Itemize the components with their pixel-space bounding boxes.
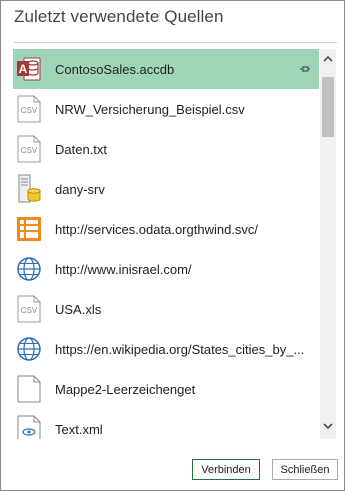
scroll-up-arrow-icon[interactable]	[320, 49, 336, 67]
connect-button[interactable]: Verbinden	[192, 459, 260, 480]
scrollbar-thumb[interactable]	[322, 77, 334, 137]
access-letter: A	[19, 62, 28, 76]
svg-text:CSV: CSV	[21, 306, 38, 315]
list-item-odata-feed[interactable]: http://services.odata.orgthwind.svc/	[13, 209, 319, 249]
list-item-dany-srv[interactable]: dany-srv	[13, 169, 319, 209]
list-item-mappe2[interactable]: Mappe2-Leerzeichenget	[13, 369, 319, 409]
list-item-label: USA.xls	[55, 301, 102, 317]
list-item-inisrael[interactable]: http://www.inisrael.com/	[13, 249, 319, 289]
access-database-icon: A	[16, 54, 42, 84]
xml-file-icon	[16, 414, 42, 439]
list-item-label: http://services.odata.orgthwind.svc/	[55, 221, 259, 237]
csv-file-icon: CSV	[16, 94, 42, 124]
list-item-label: ContosoSales.accdb	[55, 61, 175, 77]
close-button[interactable]: Schließen	[272, 459, 338, 480]
pin-icon[interactable]	[299, 62, 311, 74]
list-item-daten-txt[interactable]: CSV Daten.txt	[13, 129, 319, 169]
server-database-icon	[16, 174, 42, 204]
list-item-label: Daten.txt	[55, 141, 108, 157]
title-divider	[14, 42, 337, 43]
svg-text:CSV: CSV	[21, 146, 38, 155]
vertical-scrollbar[interactable]	[320, 49, 336, 439]
web-globe-icon	[16, 334, 42, 364]
list-item-label: dany-srv	[55, 181, 105, 197]
list-item-nrw-versicherung[interactable]: CSV NRW_Versicherung_Beispiel.csv	[13, 89, 319, 129]
web-globe-icon	[16, 254, 42, 284]
list-item-text-xml[interactable]: Text.xml	[13, 409, 319, 439]
svg-text:CSV: CSV	[21, 106, 38, 115]
list-item-label: https://en.wikipedia.org/States_cities_b…	[55, 341, 305, 357]
scroll-down-arrow-icon[interactable]	[320, 417, 336, 435]
document-file-icon	[16, 374, 42, 404]
list-item-label: http://www.inisrael.com/	[55, 261, 192, 277]
list-item-contososales[interactable]: A ContosoSales.accdb	[13, 49, 319, 89]
list-item-label: NRW_Versicherung_Beispiel.csv	[55, 101, 245, 117]
recent-sources-list: A ContosoSales.accdb CSV NRW_Versicherun…	[13, 49, 319, 439]
list-item-label: Mappe2-Leerzeichenget	[55, 381, 196, 397]
odata-feed-icon	[16, 214, 42, 244]
list-item-usa-xls[interactable]: CSV USA.xls	[13, 289, 319, 329]
csv-file-icon: CSV	[16, 294, 42, 324]
csv-file-icon: CSV	[16, 134, 42, 164]
list-item-label: Text.xml	[55, 421, 103, 437]
list-item-wikipedia[interactable]: https://en.wikipedia.org/States_cities_b…	[13, 329, 319, 369]
dialog-title: Zuletzt verwendete Quellen	[14, 7, 224, 26]
recent-sources-dialog: Zuletzt verwendete Quellen A ContosoSale…	[0, 0, 345, 491]
